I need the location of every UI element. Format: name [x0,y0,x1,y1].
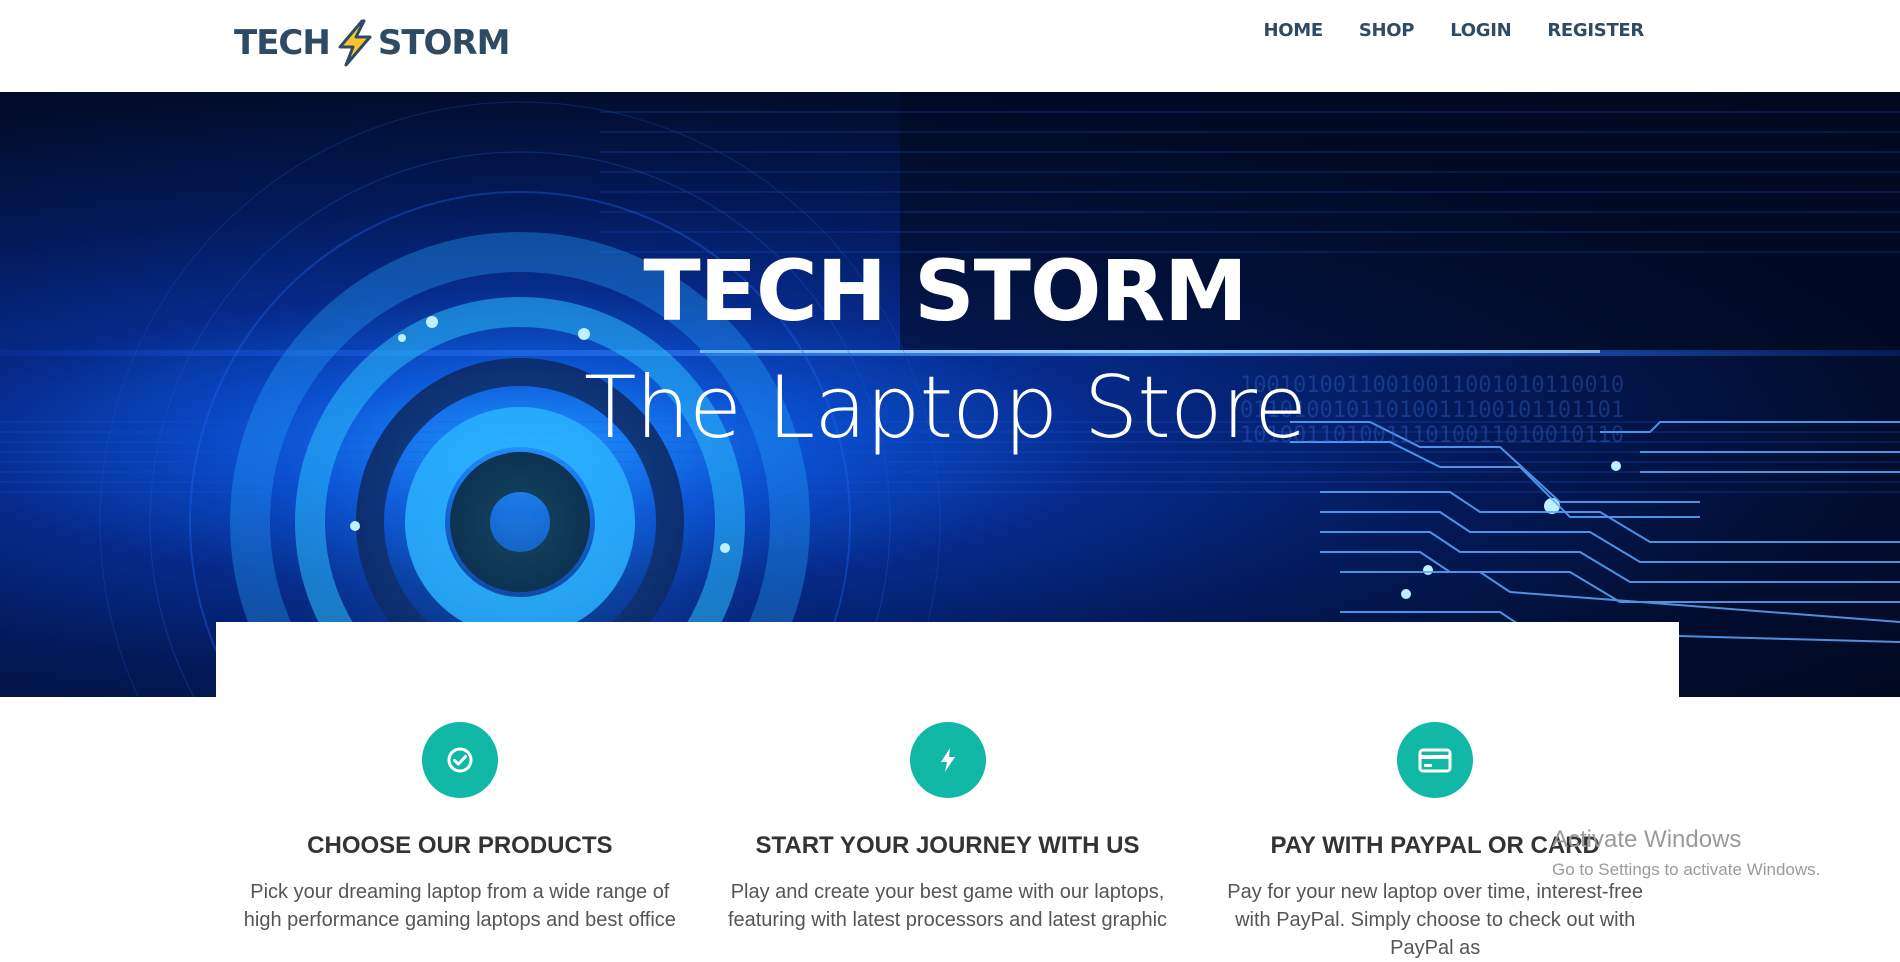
watermark-line-2: Go to Settings to activate Windows. [1552,860,1821,879]
feature-icon-circle [909,722,986,798]
logo-text-storm: STORM [377,23,511,63]
credit-card-icon [1418,748,1452,773]
feature-choose-products: CHOOSE OUR PRODUCTS Pick your dreaming l… [216,700,704,931]
feature-pay-paypal: PAY WITH PAYPAL OR CARD Pay for your new… [1191,700,1679,959]
nav-shop[interactable]: SHOP [1341,14,1432,47]
feature-icon-circle [421,722,498,798]
feature-description: Play and create your best game with our … [727,881,1168,931]
feature-icon-circle [1397,722,1474,798]
feature-description: Pick your dreaming laptop from a wide ra… [243,881,676,931]
site-logo[interactable]: TECH STORM [234,18,511,68]
feature-start-journey: START YOUR JOURNEY WITH US Play and crea… [704,700,1192,931]
watermark-line-1: Activate Windows [1552,826,1742,853]
main-nav: HOME SHOP LOGIN REGISTER [1245,14,1662,47]
content-panel [216,622,1679,700]
hero-banner: 10010100110010011001010110010 0110100101… [0,92,1900,697]
feature-description: Pay for your new laptop over time, inter… [1227,881,1644,959]
nav-login[interactable]: LOGIN [1432,14,1529,47]
nav-register[interactable]: REGISTER [1529,14,1662,47]
lightning-bolt-icon [338,19,372,67]
feature-title: START YOUR JOURNEY WITH US [755,832,1140,859]
logo-text-tech: TECH [234,23,331,63]
feature-title: CHOOSE OUR PRODUCTS [307,832,613,859]
site-header: TECH STORM HOME SHOP LOGIN REGISTER [0,0,1900,92]
hero-title: TECH STORM [643,242,1247,340]
check-circle-icon [447,747,473,773]
windows-activation-watermark: Activate Windows Go to Settings to activ… [1552,826,1820,880]
bolt-icon [940,748,955,772]
nav-home[interactable]: HOME [1245,14,1340,47]
hero-subtitle: The Laptop Store [583,358,1307,458]
features-section: CHOOSE OUR PRODUCTS Pick your dreaming l… [216,700,1679,959]
